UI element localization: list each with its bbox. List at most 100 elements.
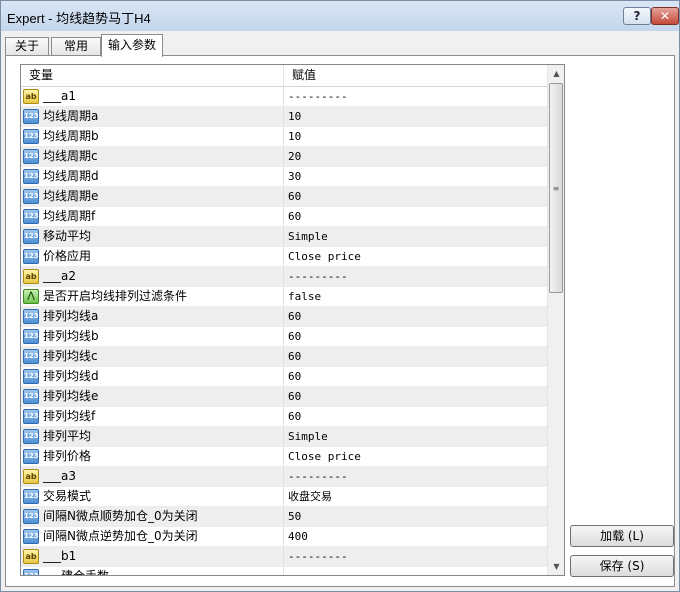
variable-cell[interactable]: 123 间隔N微点顺势加仓_0为关闭 bbox=[21, 507, 284, 526]
load-button[interactable]: 加载 (L) bbox=[570, 525, 674, 547]
value-cell[interactable]: --------- bbox=[284, 87, 547, 106]
variable-cell[interactable]: ab ___a3 bbox=[21, 467, 284, 486]
close-icon: ✕ bbox=[659, 9, 671, 23]
table-row[interactable]: 123 排列均线f 60 bbox=[21, 407, 547, 427]
number-icon: 123 bbox=[23, 569, 39, 575]
table-row[interactable]: ab ___a2 --------- bbox=[21, 267, 547, 287]
variable-cell[interactable]: ab ___a1 bbox=[21, 87, 284, 106]
tab-common[interactable]: 常用 bbox=[51, 37, 101, 56]
variable-cell[interactable]: 123 排列均线e bbox=[21, 387, 284, 406]
table-row[interactable]: 123 均线周期a 10 bbox=[21, 107, 547, 127]
variable-cell[interactable]: 123 价格应用 bbox=[21, 247, 284, 266]
variable-cell[interactable]: 123 排列价格 bbox=[21, 447, 284, 466]
value-cell[interactable]: --------- bbox=[284, 467, 547, 486]
value-cell[interactable]: --------- bbox=[284, 267, 547, 286]
value-cell[interactable]: --------- bbox=[284, 547, 547, 566]
vertical-scrollbar[interactable]: ▲ ≡ ▼ bbox=[547, 65, 564, 575]
save-button[interactable]: 保存 (S) bbox=[570, 555, 674, 577]
help-icon: ? bbox=[633, 9, 641, 23]
value-cell[interactable]: 60 bbox=[284, 307, 547, 326]
table-row[interactable]: 123 均线周期e 60 bbox=[21, 187, 547, 207]
value-cell[interactable]: Close price bbox=[284, 447, 547, 466]
value-cell[interactable] bbox=[284, 567, 547, 575]
variable-name: 排列均线a bbox=[43, 309, 99, 323]
variable-cell[interactable]: ⋀ 是否开启均线排列过滤条件 bbox=[21, 287, 284, 306]
variable-cell[interactable]: 123 移动平均 bbox=[21, 227, 284, 246]
close-button[interactable]: ✕ bbox=[651, 7, 679, 25]
variable-cell[interactable]: 123 均线周期f bbox=[21, 207, 284, 226]
variable-cell[interactable]: 123 均线周期e bbox=[21, 187, 284, 206]
value-cell[interactable]: 400 bbox=[284, 527, 547, 546]
value-cell[interactable]: 60 bbox=[284, 367, 547, 386]
table-row[interactable]: ⋀ 是否开启均线排列过滤条件 false bbox=[21, 287, 547, 307]
table-row[interactable]: 123 排列均线a 60 bbox=[21, 307, 547, 327]
value-cell[interactable]: 60 bbox=[284, 407, 547, 426]
value-cell[interactable]: 60 bbox=[284, 327, 547, 346]
value-cell[interactable]: Close price bbox=[284, 247, 547, 266]
variable-cell[interactable]: 123 ___建仓手数 bbox=[21, 567, 284, 575]
value-cell[interactable]: 30 bbox=[284, 167, 547, 186]
table-row[interactable]: 123 排列均线b 60 bbox=[21, 327, 547, 347]
variable-cell[interactable]: ab ___b1 bbox=[21, 547, 284, 566]
table-row[interactable]: 123 排列均线d 60 bbox=[21, 367, 547, 387]
value-cell[interactable]: 10 bbox=[284, 127, 547, 146]
variable-name: ___a1 bbox=[43, 89, 76, 103]
value-cell[interactable]: 60 bbox=[284, 207, 547, 226]
table-row[interactable]: 123 排列均线e 60 bbox=[21, 387, 547, 407]
variable-cell[interactable]: 123 排列平均 bbox=[21, 427, 284, 446]
value-cell[interactable]: 50 bbox=[284, 507, 547, 526]
table-row[interactable]: 123 间隔N微点顺势加仓_0为关闭 50 bbox=[21, 507, 547, 527]
table-row[interactable]: 123 价格应用 Close price bbox=[21, 247, 547, 267]
variable-name: 排列均线d bbox=[43, 369, 99, 383]
scroll-up-icon[interactable]: ▲ bbox=[548, 65, 564, 82]
variable-cell[interactable]: ab ___a2 bbox=[21, 267, 284, 286]
table-row[interactable]: ab ___a1 --------- bbox=[21, 87, 547, 107]
table-row[interactable]: 123 间隔N微点逆势加仓_0为关闭 400 bbox=[21, 527, 547, 547]
number-icon: 123 bbox=[23, 109, 39, 124]
variable-cell[interactable]: 123 排列均线d bbox=[21, 367, 284, 386]
variable-cell[interactable]: 123 排列均线c bbox=[21, 347, 284, 366]
table-row[interactable]: 123 均线周期f 60 bbox=[21, 207, 547, 227]
variable-cell[interactable]: 123 交易模式 bbox=[21, 487, 284, 506]
table-row[interactable]: 123 均线周期c 20 bbox=[21, 147, 547, 167]
value-cell[interactable]: Simple bbox=[284, 427, 547, 446]
variable-cell[interactable]: 123 排列均线f bbox=[21, 407, 284, 426]
value-cell[interactable]: 10 bbox=[284, 107, 547, 126]
value-cell[interactable]: 收盘交易 bbox=[284, 487, 547, 506]
variable-cell[interactable]: 123 排列均线a bbox=[21, 307, 284, 326]
variable-cell[interactable]: 123 排列均线b bbox=[21, 327, 284, 346]
number-icon: 123 bbox=[23, 409, 39, 424]
variable-cell[interactable]: 123 均线周期d bbox=[21, 167, 284, 186]
table-row[interactable]: 123 交易模式 收盘交易 bbox=[21, 487, 547, 507]
value-cell[interactable]: false bbox=[284, 287, 547, 306]
value-cell[interactable]: 60 bbox=[284, 387, 547, 406]
scroll-thumb[interactable]: ≡ bbox=[549, 83, 563, 293]
value-cell[interactable]: 60 bbox=[284, 347, 547, 366]
table-row[interactable]: 123 移动平均 Simple bbox=[21, 227, 547, 247]
scroll-down-icon[interactable]: ▼ bbox=[548, 558, 564, 575]
variable-name: 间隔N微点逆势加仓_0为关闭 bbox=[43, 529, 198, 543]
tab-about[interactable]: 关于 bbox=[5, 37, 49, 56]
table-row[interactable]: ab ___a3 --------- bbox=[21, 467, 547, 487]
table-row[interactable]: 123 排列价格 Close price bbox=[21, 447, 547, 467]
table-row[interactable]: ab ___b1 --------- bbox=[21, 547, 547, 567]
column-header-value[interactable]: 赋值 bbox=[284, 65, 547, 86]
table-row[interactable]: 123 ___建仓手数 bbox=[21, 567, 547, 575]
title-bar[interactable]: Expert - 均线趋势马丁H4 ? ✕ bbox=[1, 1, 679, 31]
help-button[interactable]: ? bbox=[623, 7, 651, 25]
table-row[interactable]: 123 均线周期b 10 bbox=[21, 127, 547, 147]
value-cell[interactable]: 60 bbox=[284, 187, 547, 206]
value-cell[interactable]: Simple bbox=[284, 227, 547, 246]
tab-inputs[interactable]: 输入参数 bbox=[101, 34, 163, 57]
column-header-variable[interactable]: 变量 bbox=[21, 65, 284, 86]
variable-cell[interactable]: 123 间隔N微点逆势加仓_0为关闭 bbox=[21, 527, 284, 546]
variable-cell[interactable]: 123 均线周期b bbox=[21, 127, 284, 146]
table-row[interactable]: 123 排列平均 Simple bbox=[21, 427, 547, 447]
number-icon: 123 bbox=[23, 429, 39, 444]
variable-cell[interactable]: 123 均线周期a bbox=[21, 107, 284, 126]
number-icon: 123 bbox=[23, 509, 39, 524]
table-row[interactable]: 123 均线周期d 30 bbox=[21, 167, 547, 187]
value-cell[interactable]: 20 bbox=[284, 147, 547, 166]
variable-cell[interactable]: 123 均线周期c bbox=[21, 147, 284, 166]
table-row[interactable]: 123 排列均线c 60 bbox=[21, 347, 547, 367]
